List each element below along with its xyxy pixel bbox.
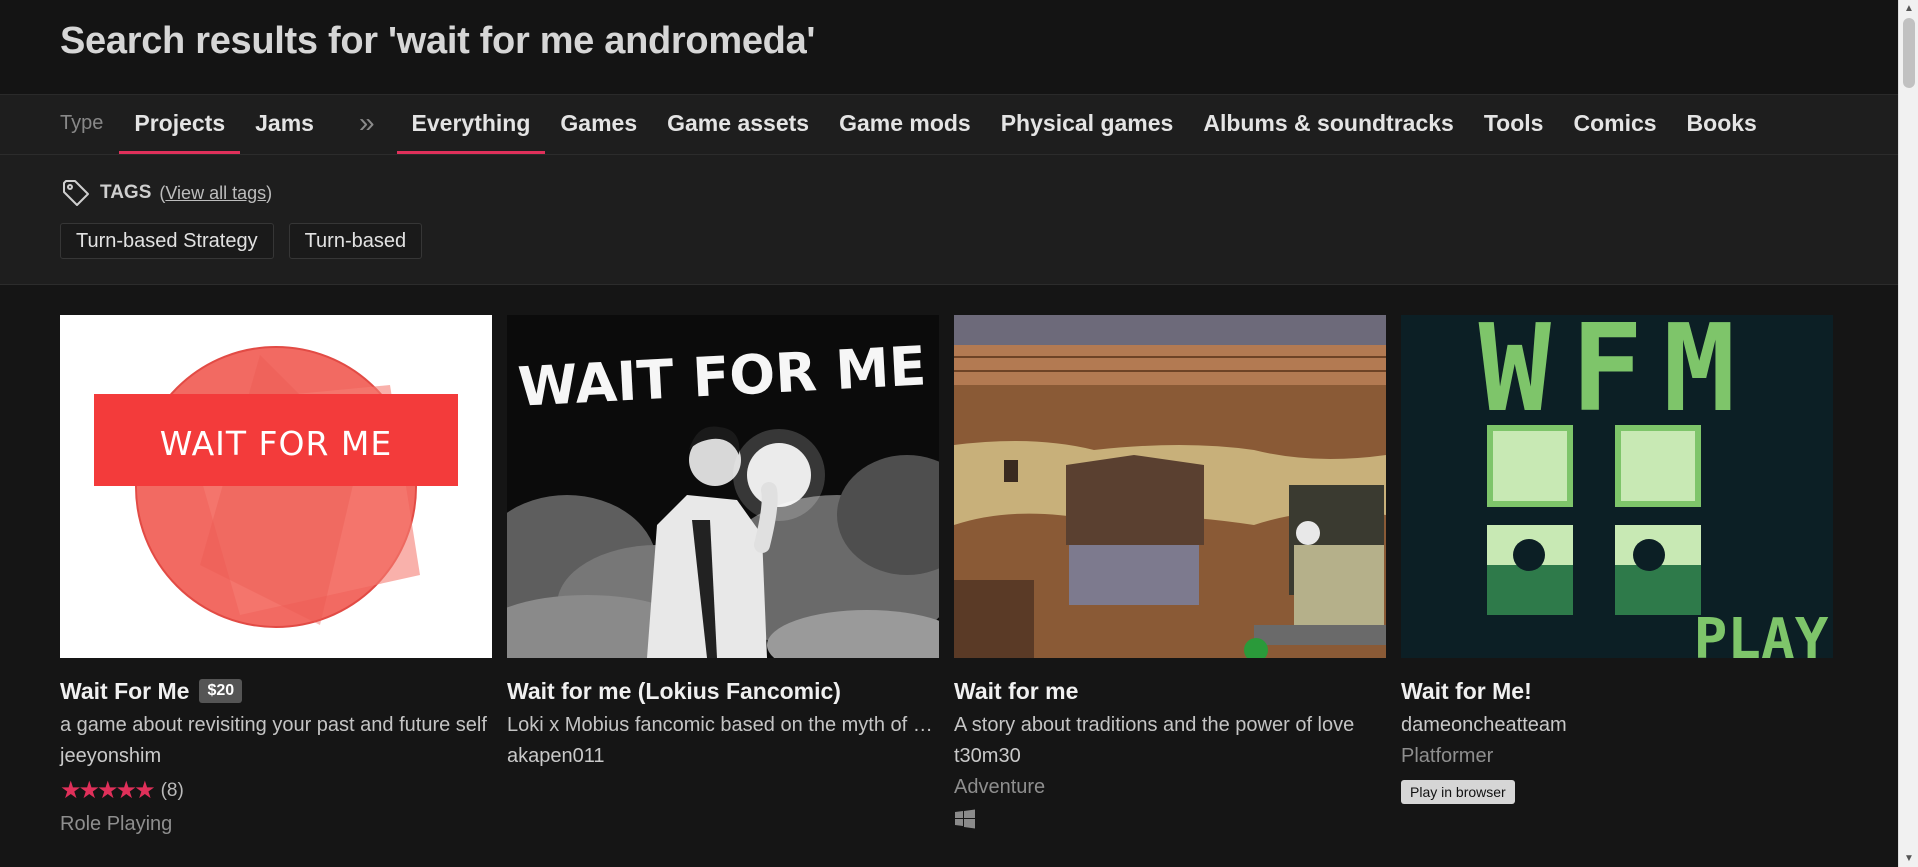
tab-books[interactable]: Books xyxy=(1672,95,1772,154)
game-author[interactable]: t30m30 xyxy=(954,745,1386,768)
game-thumbnail[interactable]: WAIT FOR ME xyxy=(60,315,492,658)
game-title[interactable]: Wait for Me! xyxy=(1401,678,1532,705)
tab-projects[interactable]: Projects xyxy=(119,95,241,154)
rating-count: (8) xyxy=(160,779,184,801)
view-all-close-paren: ) xyxy=(266,182,273,203)
pixel-village-screenshot-image xyxy=(954,315,1386,658)
game-author[interactable]: jeeyonshim xyxy=(60,745,492,768)
tab-everything[interactable]: Everything xyxy=(396,95,546,154)
game-title[interactable]: Wait for me xyxy=(954,678,1078,705)
game-description: Loki x Mobius fancomic based on the myth… xyxy=(507,714,939,736)
game-genre: Role Playing xyxy=(60,813,173,835)
scroll-thumb[interactable] xyxy=(1903,18,1915,88)
windows-icon xyxy=(955,809,975,829)
page-header: Search results for 'wait for me andromed… xyxy=(0,0,1898,95)
title-row: Wait for me (Lokius Fancomic) xyxy=(507,676,939,706)
game-thumbnail[interactable] xyxy=(954,315,1386,658)
game-description: A story about traditions and the power o… xyxy=(954,714,1355,736)
scroll-down-arrow-icon[interactable]: ▼ xyxy=(1899,850,1918,867)
tags-title: TAGS xyxy=(100,182,152,203)
tag-chip-turn-based[interactable]: Turn-based xyxy=(288,223,423,259)
tags-bar: TAGS (View all tags) Turn-based Strategy… xyxy=(0,155,1898,285)
results-grid: WAIT FOR ME Wait For Me $20 a game about… xyxy=(0,285,1898,836)
rating-stars-icon: ★★★★★ xyxy=(60,777,156,804)
game-thumbnail[interactable]: WAIT FOR ME xyxy=(507,315,939,658)
cover-title-text: WAIT FOR ME xyxy=(160,424,392,463)
lokius-fancomic-cover-image: WAIT FOR ME xyxy=(507,315,939,658)
view-all-tags-link[interactable]: View all tags xyxy=(165,183,266,203)
tags-header: TAGS (View all tags) xyxy=(60,177,1898,209)
game-rating: ★★★★★ (8) xyxy=(60,776,492,805)
game-title[interactable]: Wait for me (Lokius Fancomic) xyxy=(507,678,841,705)
tag-chips: Turn-based Strategy Turn-based xyxy=(60,223,1898,259)
game-thumbnail[interactable]: WFM PLAY xyxy=(1401,315,1833,658)
game-genre: Platformer xyxy=(1401,745,1494,767)
tab-game-mods[interactable]: Game mods xyxy=(824,95,986,154)
tag-chip-turn-based-strategy[interactable]: Turn-based Strategy xyxy=(60,223,274,259)
title-row: Wait for me xyxy=(954,676,1386,706)
page-title: Search results for 'wait for me andromed… xyxy=(60,19,816,62)
game-author[interactable]: dameoncheatteam xyxy=(1401,714,1833,737)
title-row: Wait For Me $20 xyxy=(60,676,492,706)
cover-title-text: WFM xyxy=(1479,315,1756,439)
tab-albums-soundtracks[interactable]: Albums & soundtracks xyxy=(1188,95,1469,154)
tab-jams[interactable]: Jams xyxy=(240,95,329,154)
game-card: Wait for me A story about traditions and… xyxy=(954,315,1386,836)
play-in-browser-button[interactable]: Play in browser xyxy=(1401,780,1515,804)
type-label: Type xyxy=(60,112,104,134)
tab-games[interactable]: Games xyxy=(545,95,652,154)
tag-icon xyxy=(63,180,89,206)
search-page: Search results for 'wait for me andromed… xyxy=(0,0,1898,867)
tab-comics[interactable]: Comics xyxy=(1558,95,1671,154)
view-all-tags: (View all tags) xyxy=(159,183,272,204)
nav-separator: » xyxy=(358,106,375,138)
game-title[interactable]: Wait For Me xyxy=(60,678,189,705)
wfm-pixel-cover-image: WFM PLAY xyxy=(1401,315,1833,658)
vertical-scrollbar[interactable]: ▲ ▼ xyxy=(1898,0,1918,867)
cover-play-text: PLAY xyxy=(1694,607,1829,658)
game-card: WAIT FOR ME Wait for me (Lokius Fancomic… xyxy=(507,315,939,836)
game-description: a game about revisiting your past and fu… xyxy=(60,714,487,736)
price-badge: $20 xyxy=(199,679,243,703)
tab-physical-games[interactable]: Physical games xyxy=(986,95,1189,154)
tab-game-assets[interactable]: Game assets xyxy=(652,95,824,154)
tab-tools[interactable]: Tools xyxy=(1469,95,1559,154)
game-author[interactable]: akapen011 xyxy=(507,745,939,768)
game-genre: Adventure xyxy=(954,776,1046,798)
game-card: WAIT FOR ME Wait For Me $20 a game about… xyxy=(60,315,492,836)
game-card: WFM PLAY Wait for Me! dameoncheatteam Pl… xyxy=(1401,315,1833,836)
type-nav: Type Projects Jams » Everything Games Ga… xyxy=(0,95,1898,155)
wait-for-me-cover-image: WAIT FOR ME xyxy=(60,315,492,658)
title-row: Wait for Me! xyxy=(1401,676,1833,706)
scroll-up-arrow-icon[interactable]: ▲ xyxy=(1899,0,1918,17)
